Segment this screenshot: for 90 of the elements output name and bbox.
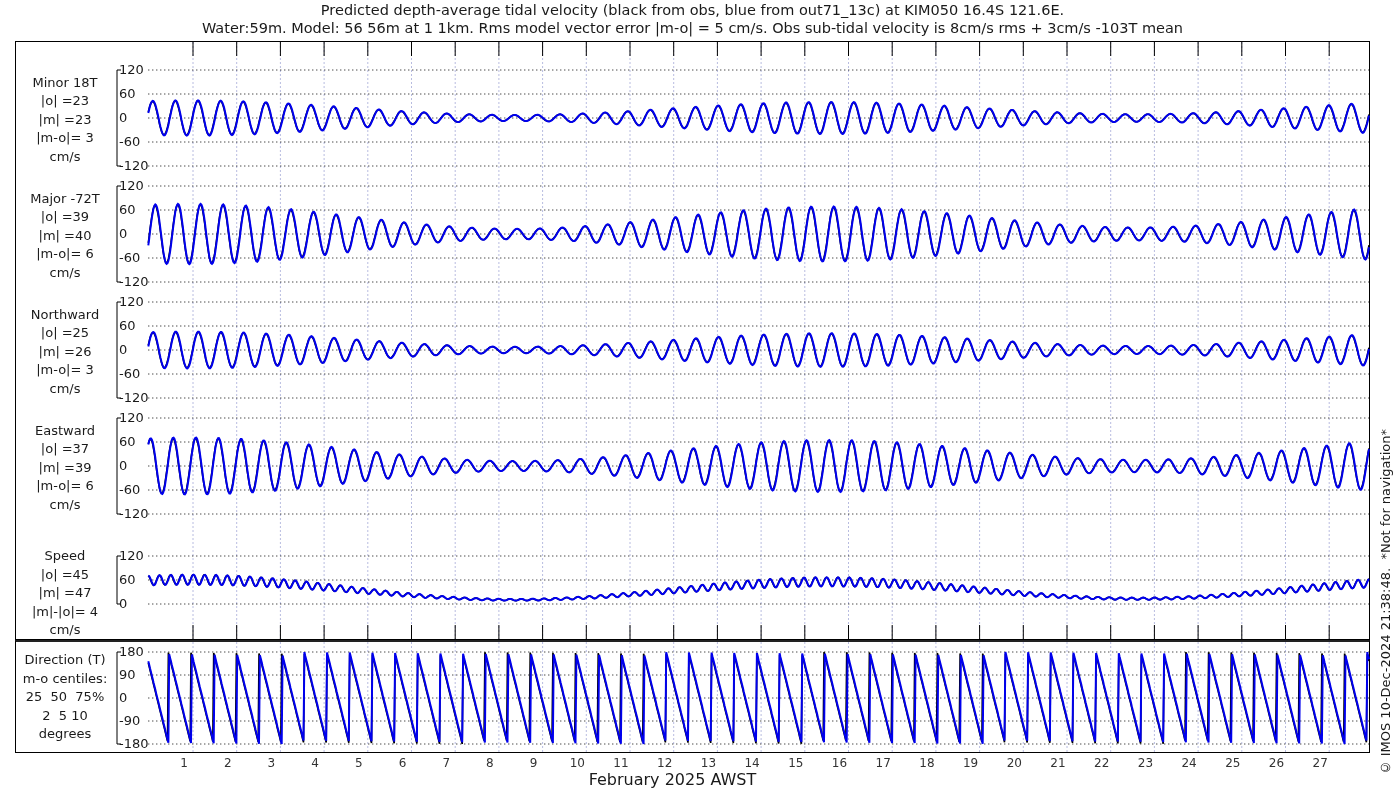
axis-tick-label: 23 — [1137, 756, 1154, 770]
axis-tick-label: 120 — [119, 293, 144, 309]
axis-tick-label: 21 — [1050, 756, 1066, 770]
y-axis — [116, 555, 122, 605]
axis-tick-label: 0 — [119, 689, 128, 705]
axis-tick-label: 5 — [355, 756, 363, 770]
axis-tick-label: 26 — [1268, 756, 1285, 770]
axis-tick-label: 120 — [119, 177, 144, 193]
panel-label: Direction (T) — [24, 651, 106, 670]
axis-tick-label: 0 — [119, 457, 128, 473]
axis-tick-label: 20 — [1006, 756, 1022, 770]
panel-label: |m| =26 — [38, 342, 92, 361]
axis-tick-label: 11 — [613, 756, 629, 770]
panel-label: cm/s — [49, 147, 81, 166]
axis-tick-label: -120 — [119, 273, 149, 289]
axis-tick-label: 14 — [744, 756, 760, 770]
axis-tick-label: -180 — [119, 735, 149, 751]
axis-tick-label: -60 — [119, 481, 141, 497]
panel-label: |m-o|= 3 — [36, 361, 94, 380]
panel-label: Eastward — [35, 421, 95, 440]
panel-label: |m| =39 — [38, 458, 92, 477]
panel-label: |o| =39 — [40, 208, 90, 227]
axis-tick-label: 24 — [1181, 756, 1197, 770]
x-axis-label: February 2025 AWST — [588, 771, 757, 789]
panel-label: 2 5 10 — [42, 706, 88, 725]
panel-label: cm/s — [49, 621, 81, 640]
panel-label: cm/s — [49, 379, 81, 398]
axis-tick-label: 60 — [119, 433, 136, 449]
panel-label: |m-o|= 6 — [36, 477, 94, 496]
axis-tick-label: -120 — [119, 505, 149, 521]
axis-tick-label: 13 — [700, 756, 717, 770]
axis-tick-label: 12 — [657, 756, 673, 770]
panel-label: |m-o|= 3 — [36, 129, 94, 148]
axis-tick-label: 19 — [962, 756, 979, 770]
axis-tick-label: 60 — [119, 85, 136, 101]
chart-title: Predicted depth-average tidal velocity (black from obs, blue from out71_13c) at KIM050 16.4S 121.6E. — [320, 1, 1065, 19]
panel-label: |m| =23 — [38, 110, 92, 129]
axis-tick-label: 25 — [1225, 756, 1241, 770]
axis-tick-label: 18 — [919, 756, 935, 770]
axis-tick-label: 9 — [529, 756, 538, 770]
axis-tick-label: -60 — [119, 133, 141, 149]
panel-label: |m-o|= 6 — [36, 245, 94, 264]
axis-tick-label: 27 — [1312, 756, 1328, 770]
axis-tick-label: 15 — [788, 756, 804, 770]
panel-label: |m| =40 — [38, 226, 92, 245]
axis-tick-label: 0 — [119, 595, 128, 611]
chart-title: Water:59m. Model: 56 56m at 1 1km. Rms model vector error |m-o| = 5 cm/s. Obs sub-tidal velocity is 8cm/s rms + 3cm/s -103T mean — [201, 19, 1184, 37]
axis-tick-label: 120 — [119, 547, 144, 563]
axis-tick-label: 90 — [119, 666, 136, 682]
axis-tick-label: 17 — [875, 756, 891, 770]
axis-tick-label: 60 — [119, 201, 136, 217]
axis-tick-label: 120 — [119, 409, 144, 425]
panel-label: Minor 18T — [32, 73, 98, 92]
axis-tick-label: 6 — [398, 756, 407, 770]
panel-label: |m|-|o|= 4 — [31, 602, 99, 621]
panel-label: cm/s — [49, 495, 81, 514]
axis-tick-label: 0 — [119, 341, 128, 357]
panel-label: Major -72T — [30, 189, 100, 208]
panel-label: |o| =45 — [40, 565, 90, 584]
panel-label: |o| =23 — [40, 92, 90, 111]
axis-tick-label: 120 — [119, 61, 144, 77]
axis-tick-label: -120 — [119, 157, 149, 173]
axis-tick-label: 4 — [311, 756, 319, 770]
axis-tick-label: 22 — [1094, 756, 1110, 770]
panel-label: cm/s — [49, 263, 81, 282]
axis-tick-label: 180 — [119, 643, 144, 659]
panel-label: Northward — [30, 305, 100, 324]
axis-tick-label: -60 — [119, 365, 141, 381]
copyright-note: © IMOS 10-Dec-2024 21:38:48. *Not for navigation* — [1377, 428, 1393, 775]
axis-tick-label: 7 — [442, 756, 450, 770]
panel-label: |o| =25 — [40, 324, 90, 343]
panel-label: |m| =47 — [38, 584, 92, 603]
axis-tick-label: 0 — [119, 225, 128, 241]
panel-label: Speed — [44, 547, 86, 566]
panel-label: 25 50 75% — [25, 688, 105, 707]
axis-tick-label: -90 — [119, 712, 141, 728]
axis-tick-label: -120 — [119, 389, 149, 405]
axis-tick-label: 2 — [223, 756, 232, 770]
panel-label: degrees — [38, 725, 92, 744]
panel-label: |o| =37 — [40, 440, 90, 459]
axis-tick-label: 10 — [569, 756, 585, 770]
axis-tick-label: 1 — [180, 756, 188, 770]
axis-tick-label: 0 — [119, 109, 128, 125]
axis-tick-label: -60 — [119, 249, 141, 265]
axis-tick-label: 60 — [119, 571, 136, 587]
panel-label: m-o centiles: — [22, 669, 108, 688]
axis-tick-label: 16 — [831, 756, 848, 770]
axis-tick-label: 60 — [119, 317, 136, 333]
axis-tick-label: 8 — [486, 756, 494, 770]
axis-tick-label: 3 — [267, 756, 276, 770]
